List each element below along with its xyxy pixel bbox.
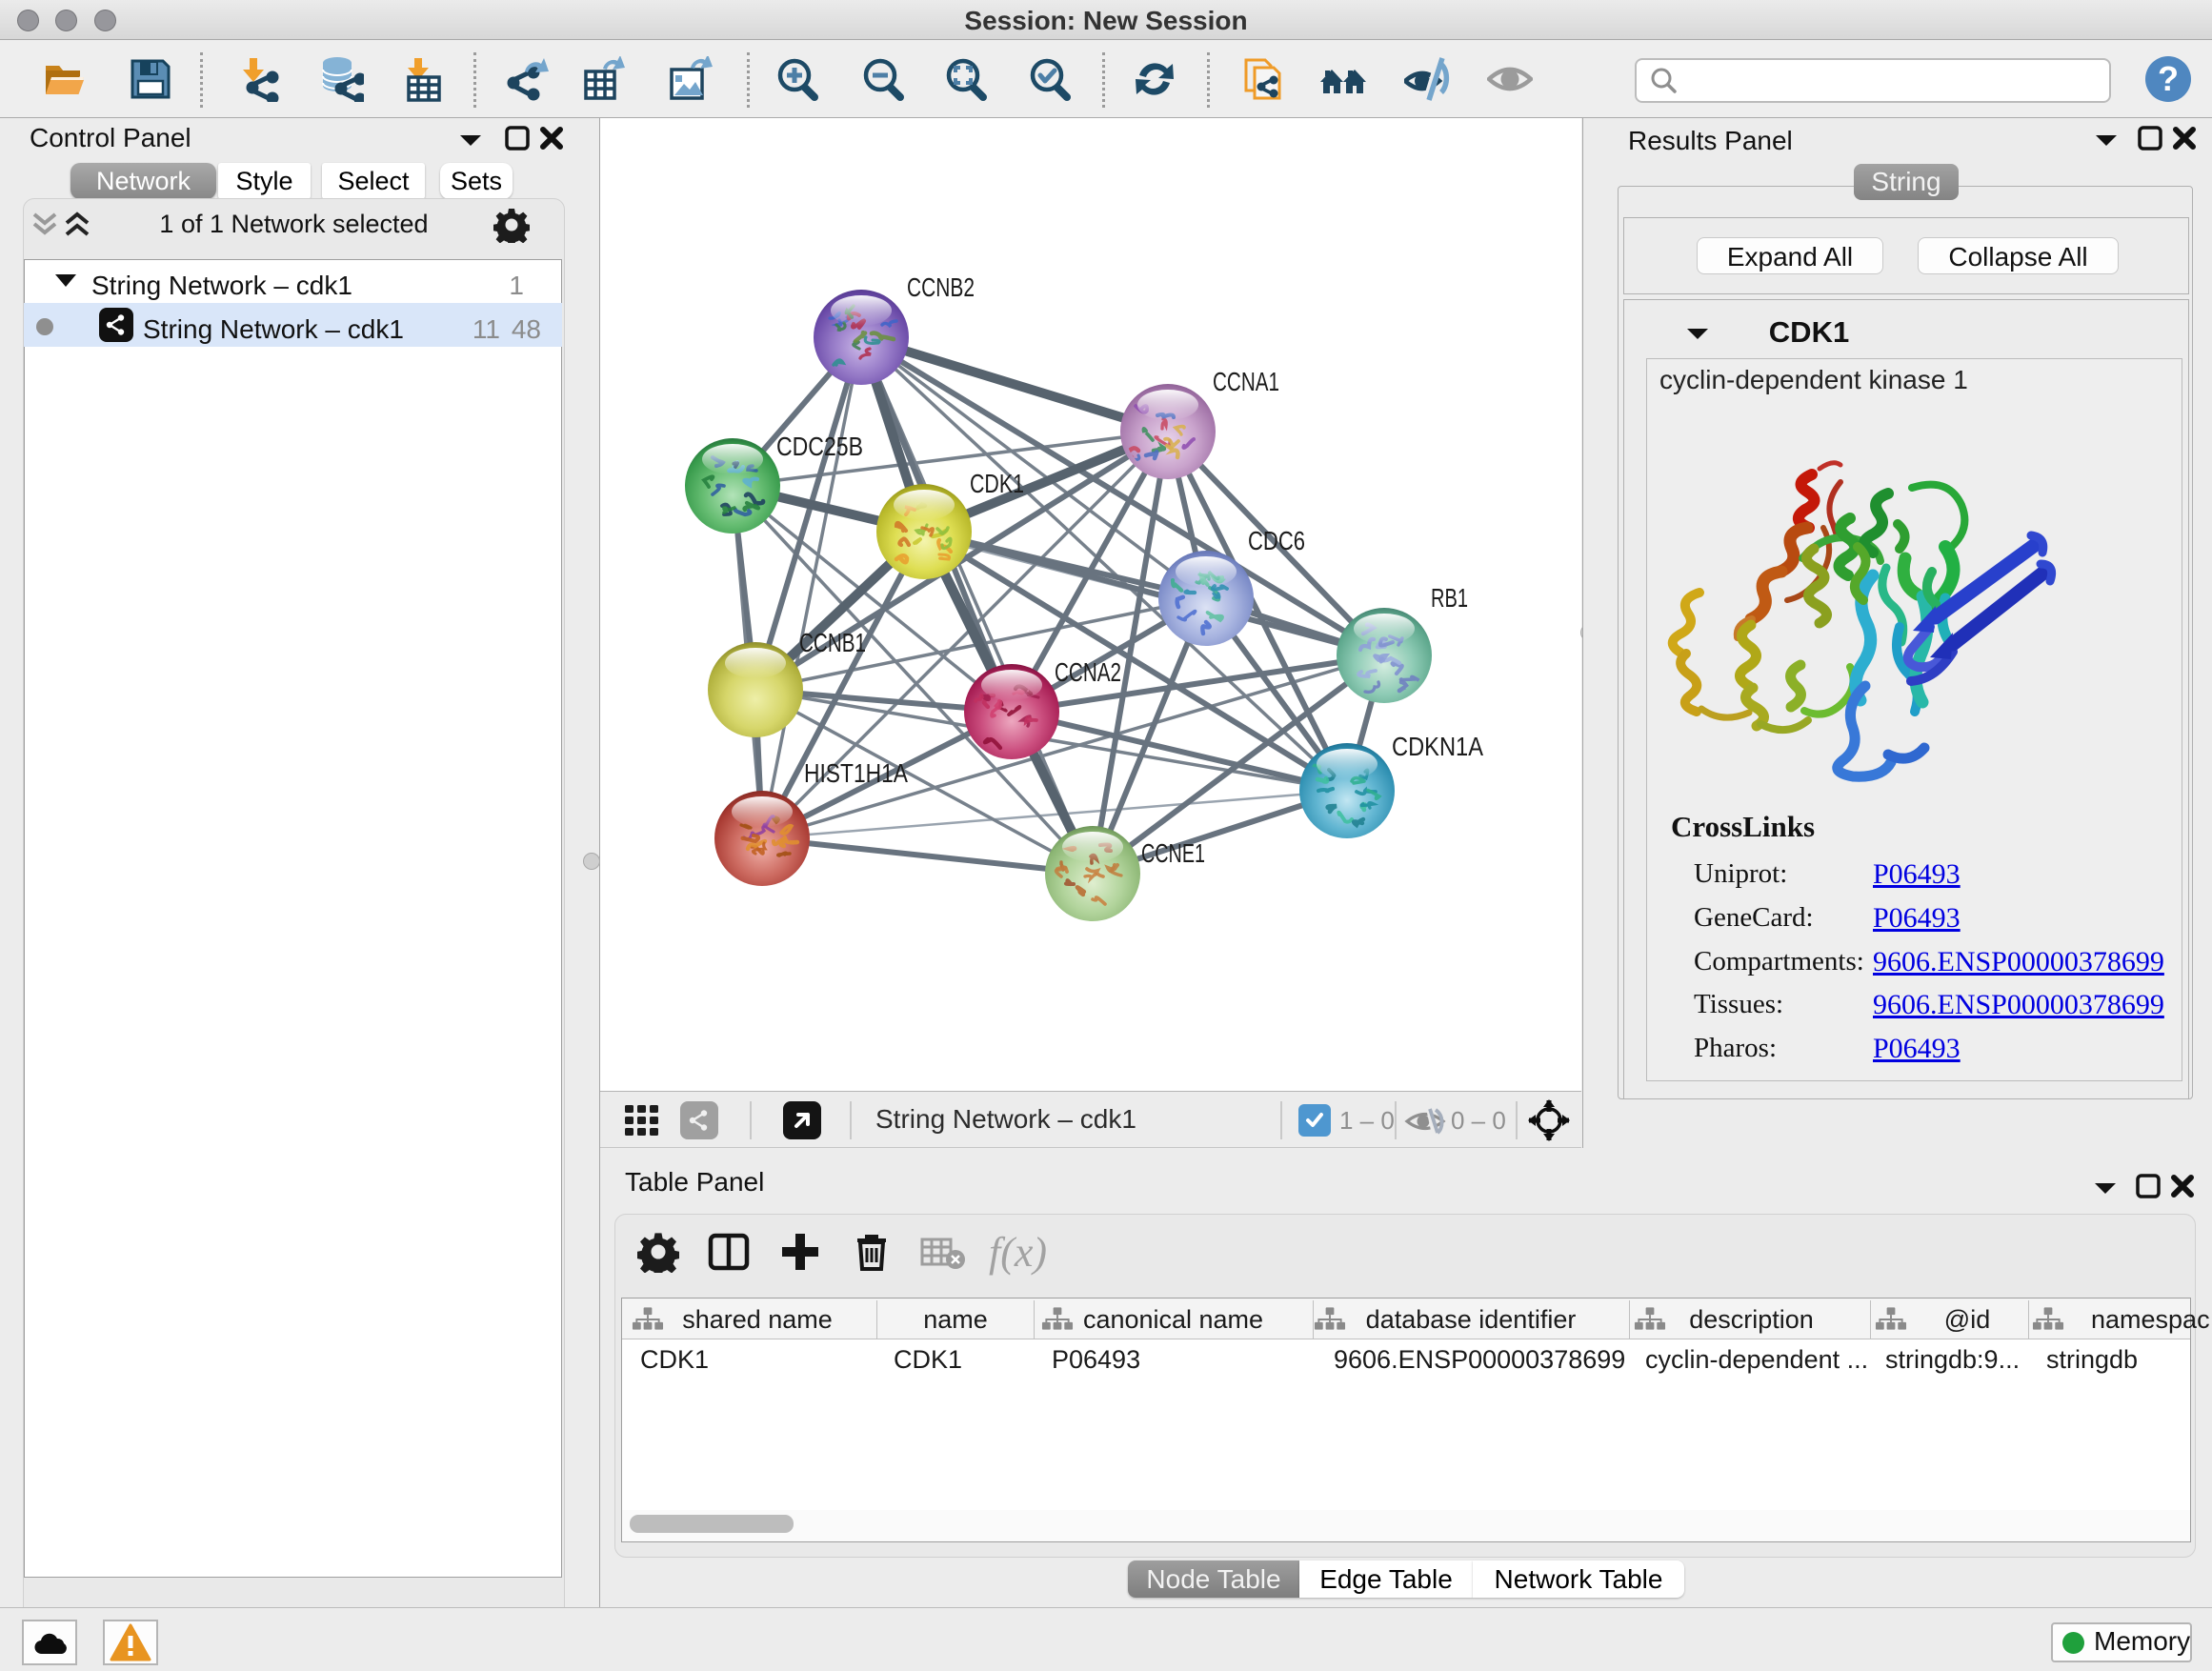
svg-text:CCNE1: CCNE1 (1141, 838, 1205, 868)
svg-text:CDKN1A: CDKN1A (1392, 732, 1483, 761)
svg-text:CDK1: CDK1 (970, 469, 1024, 498)
svg-text:CCNB1: CCNB1 (799, 628, 866, 657)
svg-text:RB1: RB1 (1431, 583, 1468, 613)
svg-text:CCNA2: CCNA2 (1055, 657, 1121, 687)
svg-text:CDC25B: CDC25B (776, 432, 863, 461)
svg-text:CDC6: CDC6 (1248, 526, 1305, 555)
svg-text:CCNA1: CCNA1 (1213, 367, 1279, 396)
svg-text:HIST1H1A: HIST1H1A (804, 758, 908, 788)
svg-text:CCNB2: CCNB2 (907, 272, 975, 302)
